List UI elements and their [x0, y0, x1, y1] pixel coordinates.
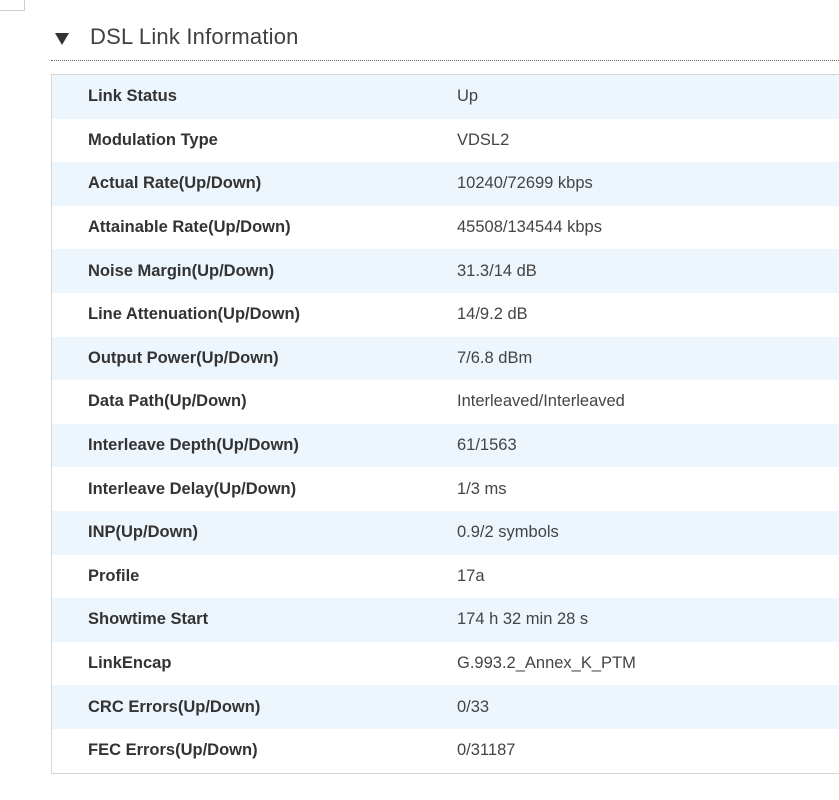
row-label: Noise Margin(Up/Down) — [88, 261, 275, 280]
collapse-triangle-icon[interactable] — [55, 33, 69, 45]
row-value: 0/33 — [457, 697, 490, 716]
table-row: FEC Errors(Up/Down) 0/31187 — [52, 728, 839, 773]
table-row: LinkEncap G.993.2_Annex_K_PTM — [52, 641, 839, 686]
row-label: Profile — [88, 566, 140, 585]
table-row: Actual Rate(Up/Down) 10240/72699 kbps — [52, 162, 839, 206]
table-row: Interleave Depth(Up/Down) 61/1563 — [52, 423, 839, 468]
row-value: 0/31187 — [457, 741, 516, 760]
table-row: Output Power(Up/Down) 7/6.8 dBm — [52, 336, 839, 381]
row-label: Attainable Rate(Up/Down) — [88, 218, 291, 237]
row-value: 0.9/2 symbols — [457, 523, 559, 542]
left-panel-edge — [0, 0, 25, 11]
row-value: Interleaved/Interleaved — [457, 392, 625, 411]
row-label: Modulation Type — [88, 130, 218, 149]
row-value: Up — [457, 87, 479, 106]
row-label: Output Power(Up/Down) — [88, 348, 279, 367]
table-row: Line Attenuation(Up/Down) 14/9.2 dB — [52, 292, 839, 337]
row-value: 1/3 ms — [457, 479, 507, 498]
table-row: Link Status Up — [52, 75, 839, 119]
table-row: Data Path(Up/Down) Interleaved/Interleav… — [52, 380, 839, 424]
dsl-link-info-table: Link Status Up Modulation Type VDSL2 Act… — [51, 74, 839, 774]
row-value: G.993.2_Annex_K_PTM — [457, 654, 636, 673]
row-value: 17a — [457, 566, 485, 585]
table-row: Interleave Delay(Up/Down) 1/3 ms — [52, 467, 839, 511]
row-value: VDSL2 — [457, 130, 510, 149]
row-label: Actual Rate(Up/Down) — [88, 174, 262, 193]
row-label: Line Attenuation(Up/Down) — [88, 305, 301, 324]
row-label: Interleave Depth(Up/Down) — [88, 436, 299, 455]
row-value: 10240/72699 kbps — [457, 174, 593, 193]
row-value: 174 h 32 min 28 s — [457, 610, 589, 629]
table-row: Modulation Type VDSL2 — [52, 118, 839, 163]
row-label: Link Status — [88, 87, 177, 106]
table-row: Attainable Rate(Up/Down) 45508/134544 kb… — [52, 205, 839, 250]
table-row: Noise Margin(Up/Down) 31.3/14 dB — [52, 249, 839, 293]
row-label: Data Path(Up/Down) — [88, 392, 247, 411]
row-value: 45508/134544 kbps — [457, 218, 602, 237]
row-label: CRC Errors(Up/Down) — [88, 697, 261, 716]
dsl-link-info-section-toggle[interactable]: DSL Link Information — [51, 14, 839, 61]
table-row: Profile 17a — [52, 554, 839, 599]
row-label: Showtime Start — [88, 610, 209, 629]
table-row: CRC Errors(Up/Down) 0/33 — [52, 685, 839, 729]
row-label: INP(Up/Down) — [88, 523, 198, 542]
table-row: INP(Up/Down) 0.9/2 symbols — [52, 510, 839, 555]
table-row: Showtime Start 174 h 32 min 28 s — [52, 598, 839, 642]
row-label: Interleave Delay(Up/Down) — [88, 479, 297, 498]
row-value: 31.3/14 dB — [457, 261, 537, 280]
row-value: 7/6.8 dBm — [457, 348, 533, 367]
row-value: 14/9.2 dB — [457, 305, 528, 324]
row-label: LinkEncap — [88, 654, 172, 673]
section-title: DSL Link Information — [90, 24, 299, 49]
row-label: FEC Errors(Up/Down) — [88, 741, 258, 760]
row-value: 61/1563 — [457, 436, 517, 455]
